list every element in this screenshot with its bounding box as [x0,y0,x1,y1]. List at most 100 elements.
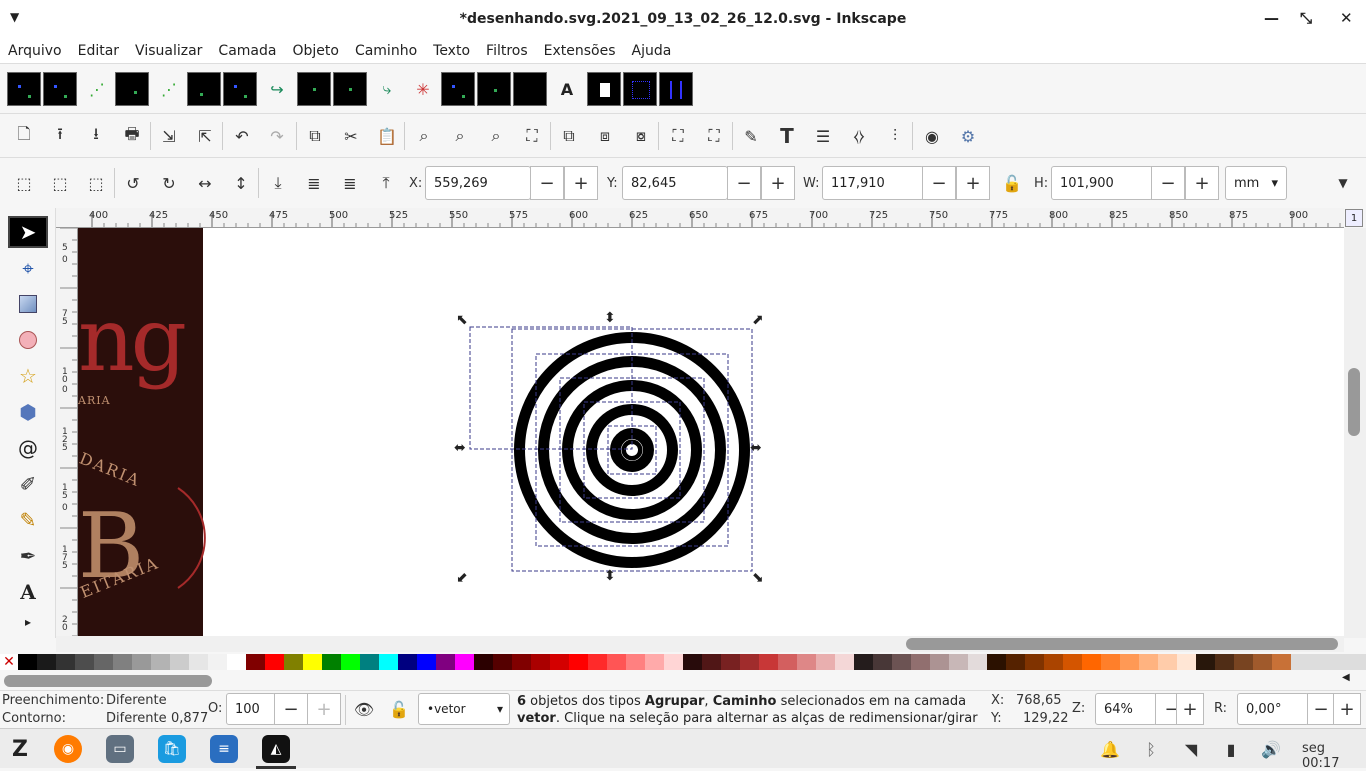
color-swatch[interactable] [474,654,493,670]
snap-intersection-button[interactable] [297,72,331,106]
color-swatch[interactable] [797,654,816,670]
clone-icon[interactable]: ⧈ [592,123,618,149]
snap-bbox-corner-button[interactable] [115,72,149,106]
preferences-icon[interactable]: ⚙ [955,123,981,149]
scale-handle-ne[interactable]: ⬈ [752,312,764,328]
color-swatch[interactable] [417,654,436,670]
palette-scroll-thumb[interactable] [4,675,212,687]
color-swatch[interactable] [113,654,132,670]
color-swatch[interactable] [1272,654,1291,670]
color-swatch[interactable] [1120,654,1139,670]
color-swatch[interactable] [968,654,987,670]
color-swatch[interactable] [151,654,170,670]
flip-vertical-icon[interactable]: ↕ [228,170,254,196]
drawing-canvas[interactable]: ng ARIA DARIA B EITARIA ⬉ ⬍ ⬈ ⬌ ⬌ ⬋ ⬍ ⬊ [78,228,1344,638]
color-swatch[interactable] [892,654,911,670]
scale-handle-se[interactable]: ⬊ [752,570,764,586]
zoom-page-icon[interactable]: ⌕ [483,123,509,149]
vertical-scrollbar[interactable]: 1 [1344,209,1366,638]
width-input[interactable]: 117,910 [822,166,924,200]
xml-editor-icon[interactable]: ⧼⧽ [846,123,872,149]
color-swatch[interactable] [930,654,949,670]
menu-caminho[interactable]: Caminho [347,43,425,59]
snap-bbox-button[interactable] [43,72,77,106]
menu-filtros[interactable]: Filtros [478,43,536,59]
x-increment[interactable]: + [564,166,598,200]
menu-texto[interactable]: Texto [425,43,478,59]
y-input[interactable]: 82,645 [622,166,728,200]
stroke-value[interactable]: Diferente [106,711,167,726]
zoom-drawing-icon[interactable]: ⌕ [447,123,473,149]
more-tools-icon[interactable]: ▸ [8,612,48,632]
vertical-scroll-thumb[interactable] [1348,368,1360,436]
color-swatch[interactable] [1196,654,1215,670]
color-swatch[interactable] [1006,654,1025,670]
snap-midpoint-icon[interactable]: ⤷ [376,72,398,106]
rotation-increment[interactable]: + [1333,693,1361,725]
paste-icon[interactable]: 📋 [374,123,400,149]
opacity-decrement[interactable]: − [274,693,308,725]
color-swatch[interactable] [569,654,588,670]
menu-objeto[interactable]: Objeto [284,43,346,59]
color-swatch[interactable] [588,654,607,670]
cut-icon[interactable]: ✂ [338,123,364,149]
raise-icon[interactable]: ≣ [337,170,363,196]
menu-extensoes[interactable]: Extensões [536,43,624,59]
palette-scrollbar[interactable]: ◀ [0,672,1366,690]
scale-handle-w[interactable]: ⬌ [454,440,466,456]
snap-page-button[interactable] [587,72,621,106]
menu-ajuda[interactable]: Ajuda [624,43,680,59]
unlink-clone-icon[interactable]: ⧇ [628,123,654,149]
color-swatch[interactable] [75,654,94,670]
color-swatch[interactable] [702,654,721,670]
snap-enable-button[interactable] [7,72,41,106]
snap-guide-button[interactable] [659,72,693,106]
color-swatch[interactable] [721,654,740,670]
stroke-width[interactable]: 0,877 [171,711,208,726]
flip-horizontal-icon[interactable]: ↔ [192,170,218,196]
color-swatch[interactable] [18,654,37,670]
copy-icon[interactable]: ⧉ [302,123,328,149]
y-increment[interactable]: + [761,166,795,200]
snap-text-baseline-button[interactable] [513,72,547,106]
inkscape-icon[interactable]: ◭ [262,735,290,763]
duplicate-icon[interactable]: ⧉ [556,123,582,149]
snap-smooth-button[interactable] [333,72,367,106]
unit-select[interactable]: mm ▾ [1225,166,1287,200]
color-swatch[interactable] [759,654,778,670]
color-swatch[interactable] [911,654,930,670]
color-swatch[interactable] [550,654,569,670]
color-swatch[interactable] [303,654,322,670]
color-swatch[interactable] [778,654,797,670]
calligraphy-tool-icon[interactable]: ✒ [8,540,48,572]
rotate-cw-icon[interactable]: ↻ [156,170,182,196]
color-swatch[interactable] [284,654,303,670]
selector-tool-icon[interactable]: ➤ [8,216,48,248]
color-swatch[interactable] [1253,654,1272,670]
rotation-decrement[interactable]: − [1307,693,1335,725]
color-swatch[interactable] [854,654,873,670]
color-swatch[interactable] [1063,654,1082,670]
menu-arquivo[interactable]: Arquivo [0,43,70,59]
color-swatch[interactable] [1025,654,1044,670]
width-increment[interactable]: + [956,166,990,200]
width-decrement[interactable]: − [922,166,956,200]
3dbox-tool-icon[interactable]: ⬢ [8,396,48,428]
color-swatch[interactable] [37,654,56,670]
zoom-input[interactable]: 64% [1095,693,1157,725]
color-swatch[interactable] [170,654,189,670]
text-tool-icon[interactable]: A [8,576,48,608]
snap-others-button[interactable] [441,72,475,106]
text-font-icon[interactable]: T [774,123,800,149]
scale-handle-e[interactable]: ⬌ [750,440,762,456]
layer-lock-icon[interactable]: 🔓 [386,696,412,722]
palette-menu-icon[interactable]: ◀ [1342,672,1350,683]
wifi-icon[interactable]: ◥ [1178,736,1204,762]
zorin-menu-icon[interactable]: Z [6,735,34,763]
opacity-input[interactable]: 100 [226,693,276,725]
height-input[interactable]: 101,900 [1051,166,1153,200]
menu-editar[interactable]: Editar [70,43,127,59]
close-icon[interactable]: ✕ [1340,9,1353,27]
lower-icon[interactable]: ≣ [301,170,327,196]
color-swatch[interactable] [607,654,626,670]
